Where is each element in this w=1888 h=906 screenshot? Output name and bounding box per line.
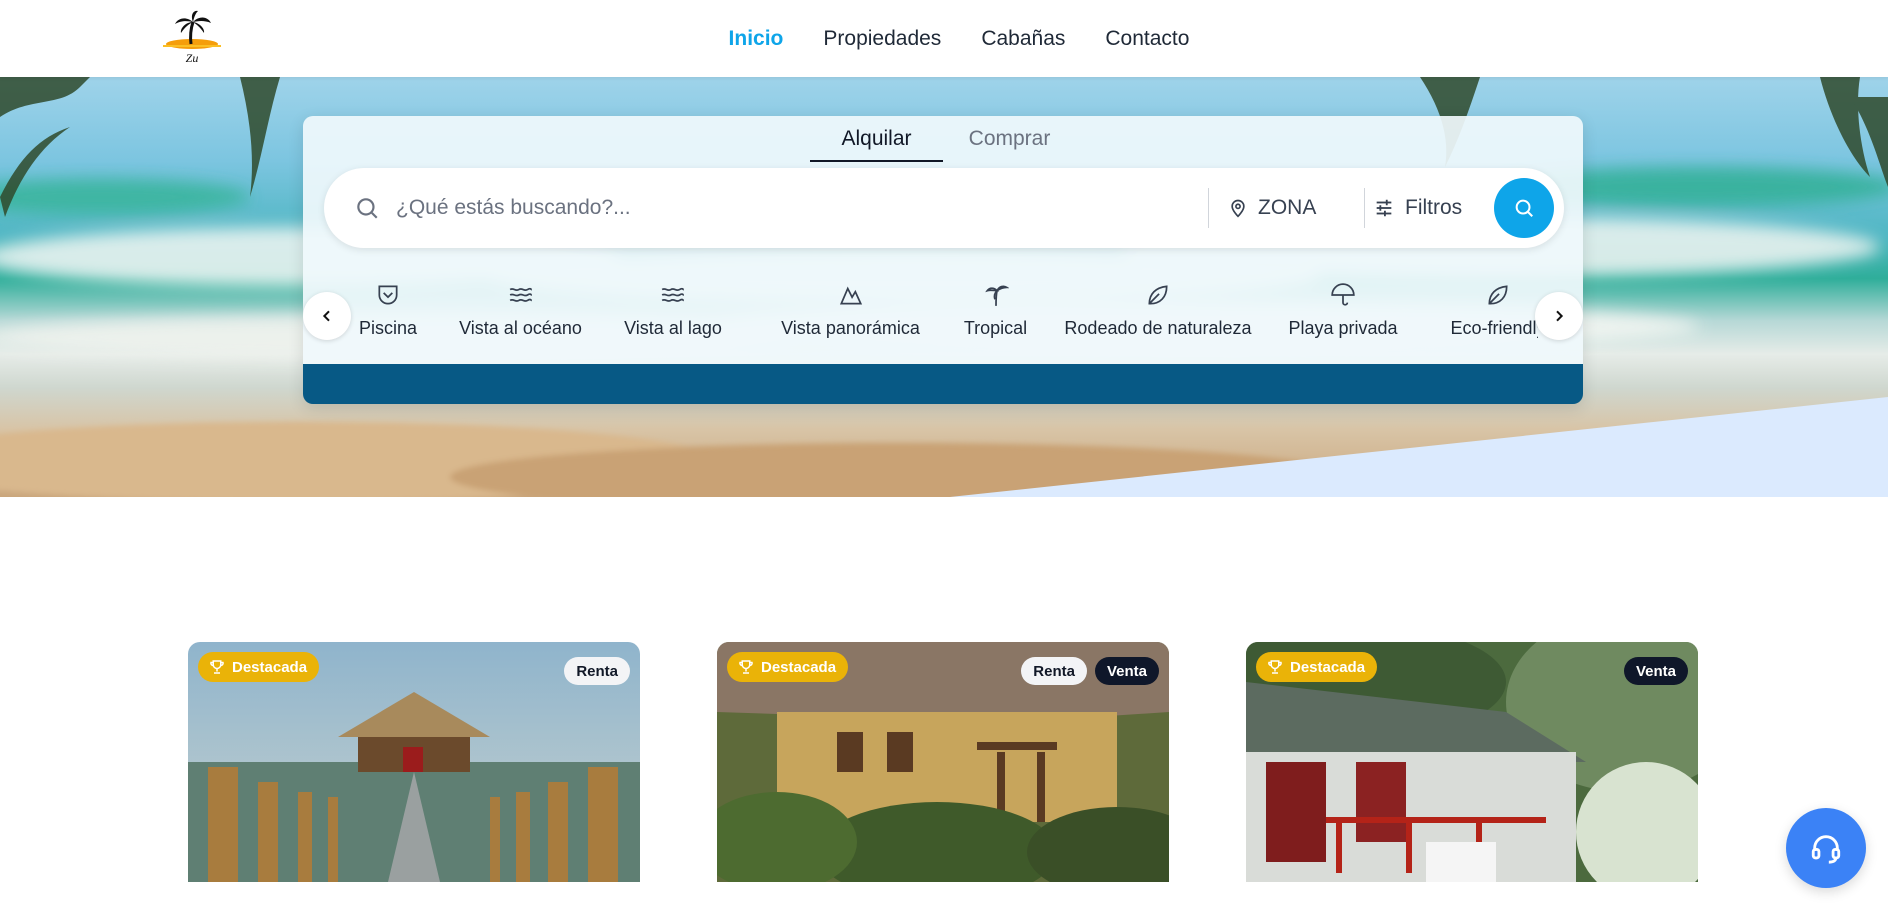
- property-card[interactable]: Destacada Renta: [188, 642, 640, 882]
- support-chat-button[interactable]: [1786, 808, 1866, 888]
- tab-comprar[interactable]: Comprar: [943, 116, 1076, 162]
- category-track: Piscina Vista al océano Vista al lago Vi…: [348, 266, 1538, 356]
- category-item-piscina[interactable]: Piscina: [348, 266, 428, 356]
- search-panel-body: Alquilar Comprar ZONA Filtros: [303, 116, 1583, 364]
- featured-label: Destacada: [1290, 658, 1366, 676]
- category-label: Vista panorámica: [781, 318, 920, 338]
- category-carousel: Piscina Vista al océano Vista al lago Vi…: [303, 266, 1583, 356]
- featured-badge: Destacada: [198, 652, 320, 682]
- listing-tags: Renta: [564, 657, 630, 685]
- leaf-icon: [1488, 285, 1508, 305]
- nav-item-inicio[interactable]: Inicio: [729, 27, 784, 51]
- search-mode-tabs: Alquilar Comprar: [303, 116, 1583, 162]
- category-item-naturaleza[interactable]: Rodeado de naturaleza: [1058, 266, 1258, 356]
- category-item-playa-privada[interactable]: Playa privada: [1278, 266, 1408, 356]
- headset-icon: [1811, 835, 1841, 864]
- category-label: Piscina: [358, 318, 418, 338]
- waves-icon: [661, 287, 685, 302]
- chevron-left-icon: [322, 310, 330, 322]
- palm-tree-icon: [984, 285, 1009, 306]
- tag-renta: Renta: [1021, 657, 1087, 685]
- search-bar: ZONA Filtros: [324, 168, 1564, 248]
- trophy-icon: [1268, 660, 1282, 674]
- search-icon: [1515, 199, 1533, 217]
- featured-badge: Destacada: [727, 652, 849, 682]
- nav-item-cabanas[interactable]: Cabañas: [981, 27, 1065, 51]
- carousel-prev-button[interactable]: [303, 292, 351, 340]
- zone-label: ZONA: [1258, 196, 1317, 219]
- pool-icon: [378, 285, 398, 305]
- search-panel-band: [303, 364, 1583, 404]
- nav-item-contacto[interactable]: Contacto: [1105, 27, 1189, 51]
- featured-label: Destacada: [232, 658, 308, 676]
- search-panel: Alquilar Comprar ZONA Filtros: [303, 116, 1583, 404]
- nav-item-propiedades[interactable]: Propiedades: [823, 27, 941, 51]
- mountain-icon: [839, 286, 862, 305]
- category-item-vista-oceano[interactable]: Vista al océano: [448, 266, 593, 356]
- tab-alquilar[interactable]: Alquilar: [810, 116, 943, 162]
- carousel-next-button[interactable]: [1535, 292, 1583, 340]
- category-label: Vista al lago: [624, 318, 722, 338]
- chevron-right-icon: [1556, 310, 1564, 322]
- tag-renta: Renta: [564, 657, 630, 685]
- listing-tags: Renta Venta: [1021, 657, 1159, 685]
- tag-venta: Venta: [1623, 657, 1688, 685]
- umbrella-icon: [1331, 283, 1355, 306]
- property-card[interactable]: Destacada Renta Venta: [717, 642, 1169, 882]
- filters-label: Filtros: [1405, 196, 1463, 219]
- main-nav: Inicio Propiedades Cabañas Contacto: [0, 0, 1888, 77]
- category-item-vista-lago[interactable]: Vista al lago: [618, 266, 728, 356]
- waves-icon: [509, 287, 532, 302]
- category-label: Tropical: [963, 318, 1028, 338]
- sliders-icon: [1376, 199, 1392, 217]
- category-item-tropical[interactable]: Tropical: [948, 266, 1043, 356]
- search-input[interactable]: [396, 188, 1176, 228]
- trophy-icon: [739, 660, 753, 674]
- search-submit-button[interactable]: [1494, 178, 1554, 238]
- category-label: Vista al océano: [459, 318, 582, 338]
- listing-tags: Venta: [1623, 657, 1688, 685]
- search-divider: [1208, 188, 1209, 228]
- category-item-vista-panoramica[interactable]: Vista panorámica: [768, 266, 933, 356]
- site-header: Zu Inicio Propiedades Cabañas Contacto: [0, 0, 1888, 77]
- leaf-icon: [1148, 285, 1168, 305]
- category-label: Rodeado de naturaleza: [1064, 318, 1252, 338]
- map-pin-icon: [1231, 199, 1245, 218]
- category-label: Playa privada: [1288, 318, 1398, 338]
- category-item-eco-friendly[interactable]: Eco-friendly: [1438, 266, 1538, 356]
- search-icon: [357, 198, 378, 219]
- featured-label: Destacada: [761, 658, 837, 676]
- category-label: Eco-friendly: [1450, 318, 1538, 338]
- tag-venta: Venta: [1094, 657, 1159, 685]
- zone-selector[interactable]: ZONA: [1228, 188, 1316, 228]
- property-card[interactable]: Destacada Venta: [1246, 642, 1698, 882]
- trophy-icon: [210, 660, 224, 674]
- featured-badge: Destacada: [1256, 652, 1378, 682]
- search-divider: [1364, 188, 1365, 228]
- filters-button[interactable]: Filtros: [1373, 188, 1462, 228]
